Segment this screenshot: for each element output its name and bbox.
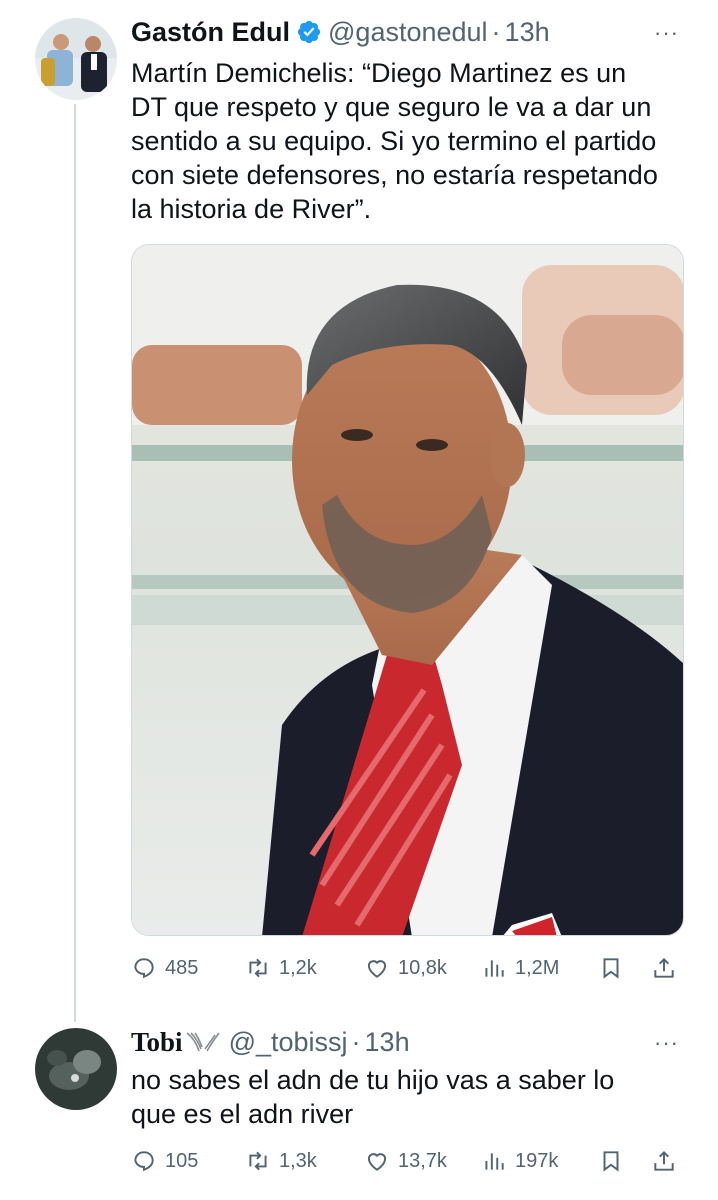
- reply-header: Tobi @_tobissj · 13h: [131, 1026, 410, 1058]
- tweet-photo[interactable]: [131, 244, 684, 936]
- separator-dot: ·: [491, 17, 501, 47]
- reply-more-options-icon[interactable]: ···: [654, 1032, 679, 1054]
- bookmark-icon: [603, 1151, 619, 1172]
- reply-tweet: Tobi @_tobissj · 13h ··· no sabes el adn…: [0, 1010, 718, 1200]
- view-count: 1,2M: [515, 956, 560, 979]
- reply-button[interactable]: 485: [131, 952, 198, 984]
- bookmark-icon: [603, 958, 619, 979]
- views-button[interactable]: 1,2M: [481, 952, 559, 984]
- reply-views-button[interactable]: 197k: [481, 1145, 558, 1177]
- author-handle[interactable]: @gastonedul: [328, 16, 488, 48]
- thread-line: [74, 104, 76, 1022]
- reply-like-button[interactable]: 13,7k: [364, 1145, 447, 1177]
- views-chart-icon: [485, 960, 504, 977]
- reply-separator-dot: ·: [351, 1027, 361, 1057]
- reply-text: no sabes el adn de tu hijo vas a saber l…: [131, 1065, 615, 1129]
- reply-view-count: 197k: [515, 1149, 559, 1172]
- more-options-icon[interactable]: ···: [654, 22, 679, 44]
- wings-emoji-icon: [183, 1029, 223, 1055]
- reply-icon: [134, 1151, 154, 1172]
- tweet-actions: 485 1,2k 10,8k 1,2M: [131, 950, 684, 986]
- author-name[interactable]: Gastón Edul: [131, 16, 290, 48]
- reply-actions: 105 1,3k 13,7k 197k: [131, 1143, 684, 1179]
- reply-repost-button[interactable]: 1,3k: [245, 1145, 317, 1177]
- views-chart-icon: [485, 1153, 504, 1170]
- tweet-text: Martín Demichelis: “Diego Martinez es un…: [131, 58, 658, 224]
- heart-icon: [367, 960, 387, 978]
- main-tweet: Gastón Edul @gastonedul · 13h ··· Martín…: [0, 0, 718, 1022]
- reply-reply-count: 105: [165, 1149, 199, 1172]
- repost-button[interactable]: 1,2k: [245, 952, 317, 984]
- bookmark-button[interactable]: [598, 952, 624, 984]
- photo-of-man-in-suit: [132, 245, 683, 935]
- reply-icon: [134, 958, 154, 979]
- share-icon: [654, 957, 674, 978]
- reply-share-button[interactable]: [651, 1145, 677, 1177]
- repost-icon: [249, 1151, 267, 1171]
- timestamp[interactable]: 13h: [505, 16, 550, 48]
- author-avatar[interactable]: [35, 18, 117, 100]
- reply-count: 485: [165, 956, 199, 979]
- repost-icon: [249, 958, 267, 978]
- heart-icon: [367, 1153, 387, 1171]
- reply-author-avatar[interactable]: [35, 1028, 117, 1110]
- reply-like-count: 13,7k: [398, 1149, 447, 1172]
- reply-author-handle[interactable]: @_tobissj: [229, 1026, 348, 1058]
- reply-reply-button[interactable]: 105: [131, 1145, 198, 1177]
- reply-author-name[interactable]: Tobi: [131, 1026, 183, 1058]
- tweet-header: Gastón Edul @gastonedul · 13h: [131, 16, 550, 48]
- share-button[interactable]: [651, 952, 677, 984]
- verified-badge-icon: [296, 19, 322, 45]
- reply-timestamp[interactable]: 13h: [365, 1026, 410, 1058]
- repost-count: 1,2k: [279, 956, 317, 979]
- reply-repost-count: 1,3k: [279, 1149, 317, 1172]
- like-count: 10,8k: [398, 956, 447, 979]
- share-icon: [654, 1150, 674, 1171]
- reply-bookmark-button[interactable]: [598, 1145, 624, 1177]
- like-button[interactable]: 10,8k: [364, 952, 447, 984]
